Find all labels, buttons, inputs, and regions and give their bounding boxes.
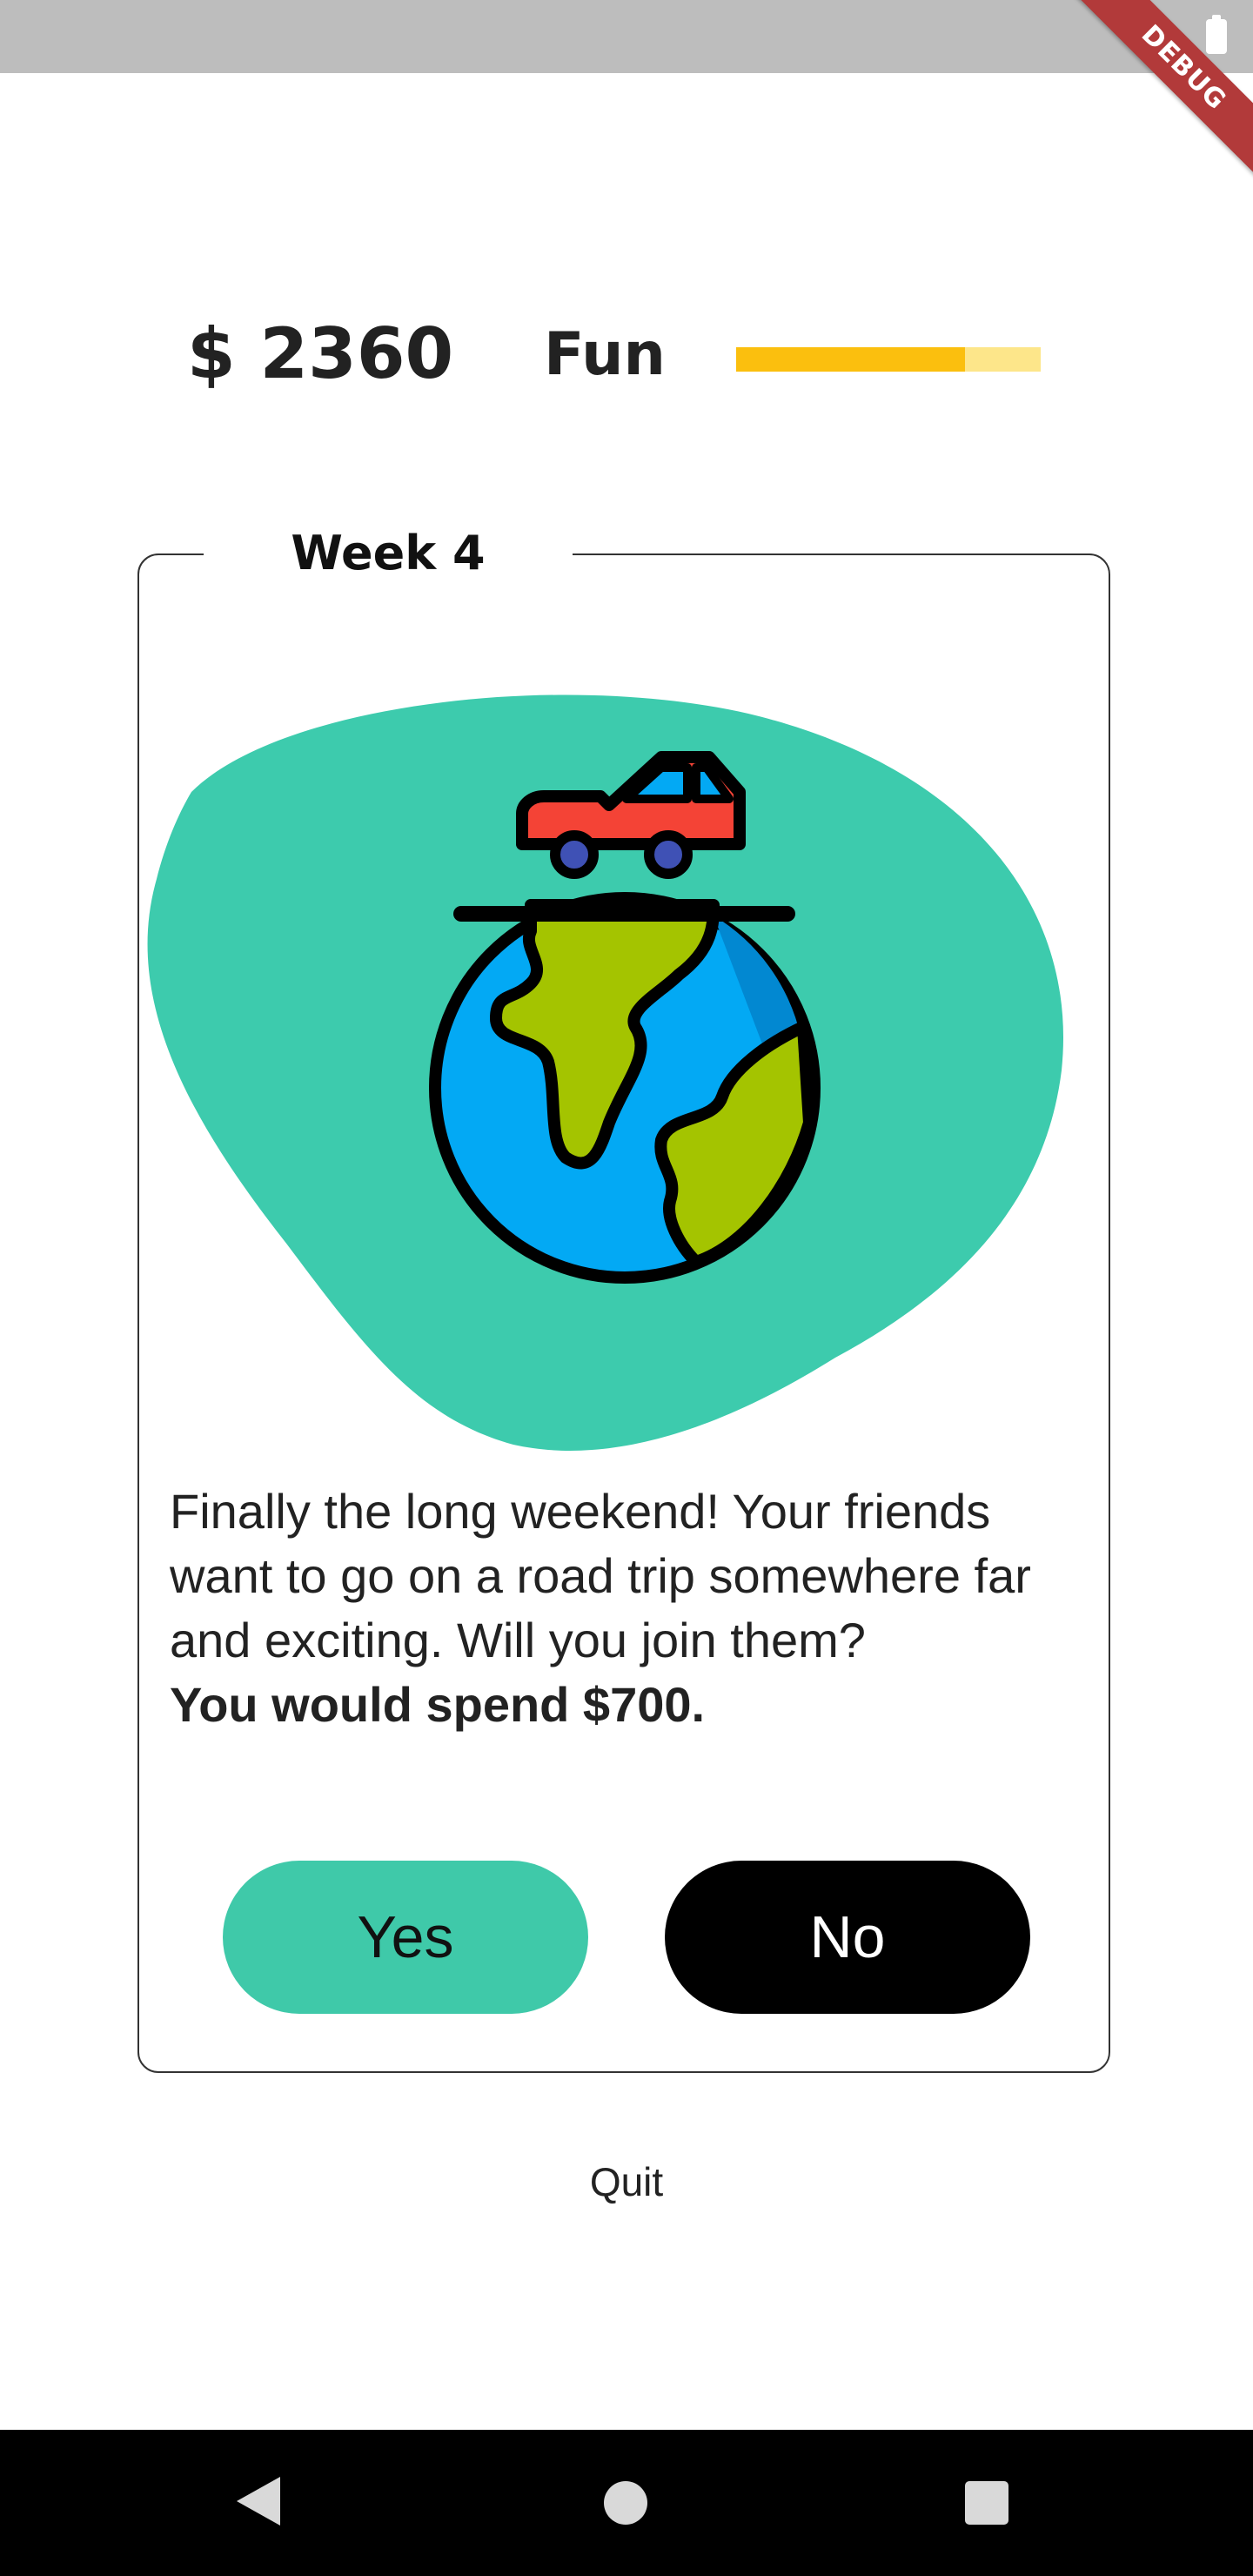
week-label: Week 4 [204, 520, 573, 587]
globe-icon [429, 892, 821, 1284]
back-icon[interactable] [237, 2477, 280, 2526]
fun-progress-fill [736, 347, 965, 372]
status-bar [0, 0, 1253, 73]
no-button[interactable]: No [665, 1861, 1030, 2014]
battery-icon [1206, 15, 1227, 54]
road-trip-globe-car-icon [147, 694, 1064, 1451]
money-balance: $ 2360 [187, 313, 454, 394]
event-description: Finally the long weekend! Your friends w… [170, 1479, 1092, 1737]
fun-label: Fun [544, 320, 666, 389]
event-cost: You would spend $700. [170, 1677, 706, 1732]
quit-button[interactable]: Quit [539, 2158, 714, 2205]
yes-button[interactable]: Yes [223, 1861, 588, 2014]
fun-progress-bar [736, 347, 1041, 372]
event-story: Finally the long weekend! Your friends w… [170, 1484, 1031, 1667]
recents-icon[interactable] [965, 2481, 1008, 2525]
home-icon[interactable] [604, 2481, 647, 2525]
